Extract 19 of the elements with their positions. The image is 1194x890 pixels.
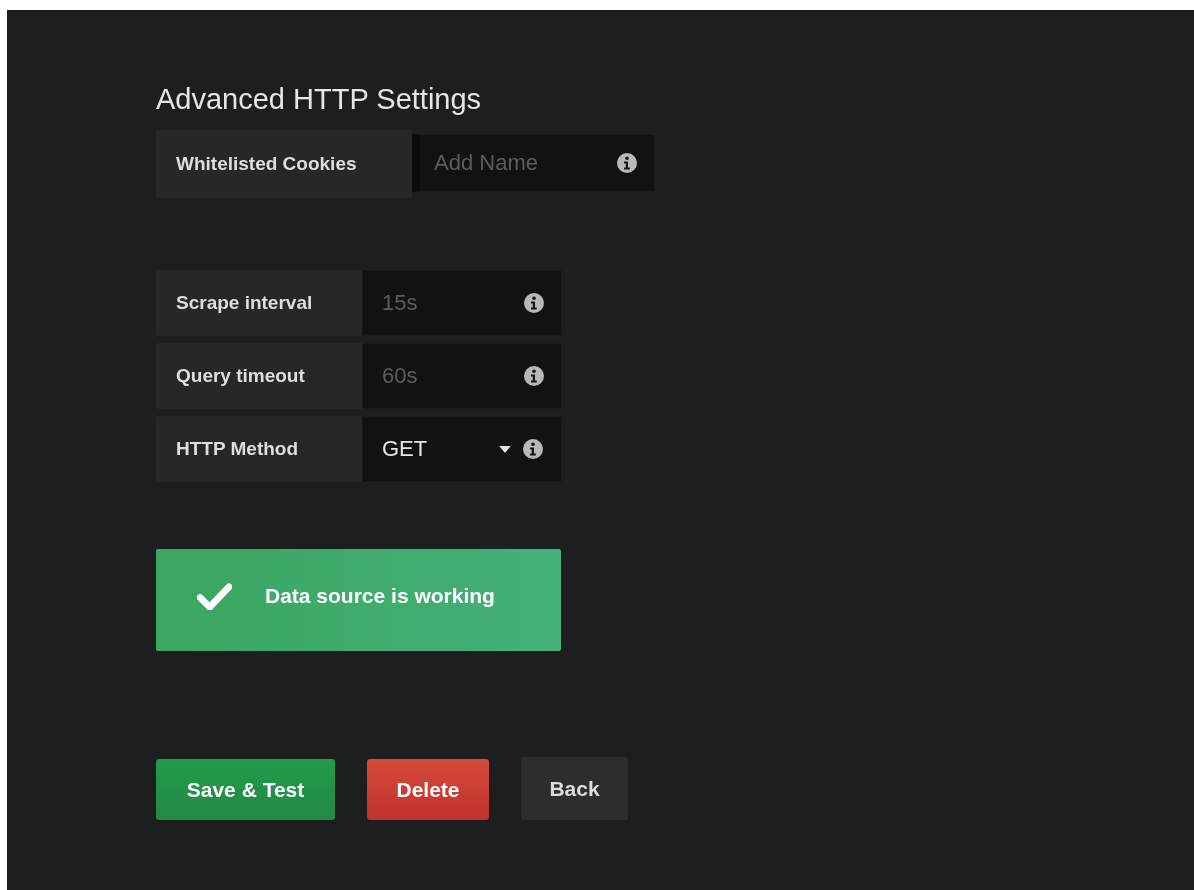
- save-button[interactable]: Save & Test: [156, 759, 335, 820]
- field-label: Scrape interval: [156, 270, 362, 336]
- back-button[interactable]: Back: [521, 757, 628, 820]
- delete-button[interactable]: Delete: [367, 759, 489, 820]
- input-field[interactable]: 15s: [362, 270, 562, 336]
- field-label: Whitelisted Cookies: [156, 130, 412, 198]
- field-label: HTTP Method: [156, 416, 362, 482]
- field-label: Query timeout: [156, 343, 362, 409]
- info-icon[interactable]: [524, 293, 544, 313]
- checkmark-icon: [197, 582, 232, 610]
- input-field[interactable]: Add Name: [412, 134, 655, 192]
- section-title: Advanced HTTP Settings: [156, 82, 483, 116]
- caret-icon: [499, 445, 511, 453]
- info-icon[interactable]: [523, 439, 543, 459]
- info-icon[interactable]: [617, 153, 637, 173]
- input-field[interactable]: 60s: [362, 343, 562, 409]
- select-field[interactable]: GET: [362, 416, 562, 482]
- info-icon[interactable]: [524, 366, 544, 386]
- alert-message: Data source is working: [265, 584, 495, 608]
